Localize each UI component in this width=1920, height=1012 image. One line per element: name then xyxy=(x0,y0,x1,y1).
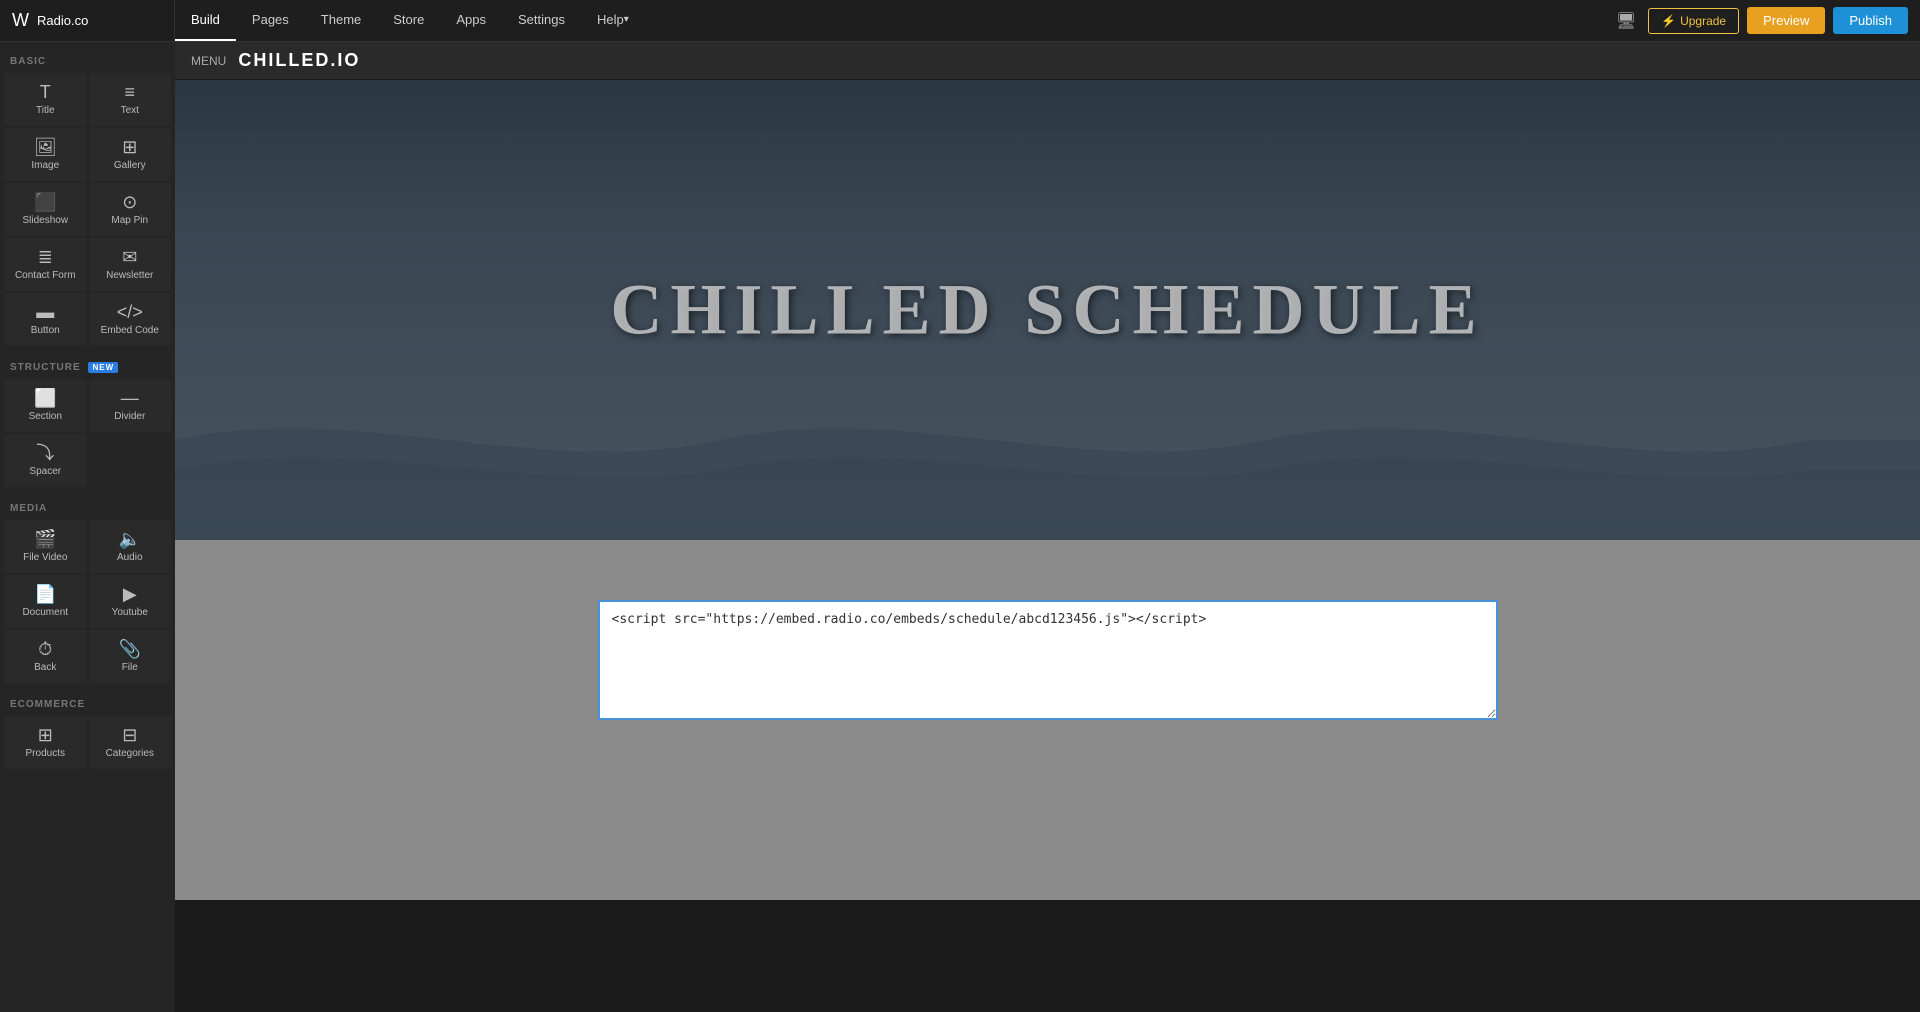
sidebar-item-spacer[interactable]: ⤵ Spacer xyxy=(4,434,87,487)
content-section: <script src="https://embed.radio.co/embe… xyxy=(175,540,1920,900)
nav-settings[interactable]: Settings xyxy=(502,0,581,41)
spacer-icon: ⤵ xyxy=(36,444,54,462)
site-name: Radio.co xyxy=(37,13,88,28)
hero-title: CHILLED SCHEDULE xyxy=(610,269,1484,352)
nav-help[interactable]: Help xyxy=(581,0,645,41)
sidebar-item-embed-code[interactable]: </> Embed Code xyxy=(89,293,172,346)
main-layout: BASIC T Title ≡ Text 🖼 Image ⊞ Gallery ⬛… xyxy=(0,42,1920,1012)
document-icon: 📄 xyxy=(34,585,56,603)
sidebar-item-text[interactable]: ≡ Text xyxy=(89,73,172,126)
back-icon: ⏱ xyxy=(38,640,52,658)
divider-icon: — xyxy=(121,389,139,407)
sidebar-item-youtube[interactable]: ▶ Youtube xyxy=(89,575,172,628)
basic-grid: T Title ≡ Text 🖼 Image ⊞ Gallery ⬛ Slide… xyxy=(0,71,175,348)
sidebar-item-button[interactable]: ▬ Button xyxy=(4,293,87,346)
device-preview-icon[interactable]: 🖥 xyxy=(1616,11,1636,31)
audio-icon: 🔈 xyxy=(119,530,141,548)
sidebar-item-categories[interactable]: ⊟ Categories xyxy=(89,716,172,769)
page-header-bar: MENU CHILLED.IO xyxy=(175,42,1920,80)
new-badge: NEW xyxy=(88,362,118,373)
sidebar-item-document[interactable]: 📄 Document xyxy=(4,575,87,628)
preview-button[interactable]: Preview xyxy=(1747,7,1825,34)
embed-code-textarea[interactable]: <script src="https://embed.radio.co/embe… xyxy=(598,600,1498,720)
button-icon: ▬ xyxy=(36,303,54,321)
nav-theme[interactable]: Theme xyxy=(305,0,377,41)
section-label-ecommerce: ECOMMERCE xyxy=(0,689,175,714)
text-icon: ≡ xyxy=(124,83,135,101)
section-icon: ⬜ xyxy=(34,389,56,407)
slideshow-icon: ⬛ xyxy=(34,193,56,211)
contact-form-icon: ≣ xyxy=(38,248,53,266)
gallery-icon: ⊞ xyxy=(122,138,137,156)
top-navigation: W Radio.co Build Pages Theme Store Apps … xyxy=(0,0,1920,42)
weebly-icon: W xyxy=(12,10,29,31)
site-logo-text: CHILLED.IO xyxy=(238,50,360,71)
nav-store[interactable]: Store xyxy=(377,0,440,41)
image-icon: 🖼 xyxy=(34,138,57,156)
sidebar-item-divider[interactable]: — Divider xyxy=(89,379,172,432)
wave-svg xyxy=(175,340,1920,540)
section-label-structure: STRUCTURE NEW xyxy=(0,352,175,377)
title-icon: T xyxy=(40,83,51,101)
sidebar: BASIC T Title ≡ Text 🖼 Image ⊞ Gallery ⬛… xyxy=(0,42,175,1012)
structure-grid: ⬜ Section — Divider ⤵ Spacer xyxy=(0,377,175,489)
categories-icon: ⊟ xyxy=(122,726,137,744)
top-nav-right: 🖥 Upgrade Preview Publish xyxy=(1616,7,1920,34)
file-icon: 📎 xyxy=(119,640,141,658)
section-label-media: MEDIA xyxy=(0,493,175,518)
embed-code-icon: </> xyxy=(117,303,143,321)
sidebar-item-gallery[interactable]: ⊞ Gallery xyxy=(89,128,172,181)
products-icon: ⊞ xyxy=(38,726,53,744)
sidebar-item-map[interactable]: ⊙ Map Pin xyxy=(89,183,172,236)
media-grid: 🎬 File Video 🔈 Audio 📄 Document ▶ Youtub… xyxy=(0,518,175,685)
logo-area: W Radio.co xyxy=(0,0,175,41)
embed-textarea-wrapper: <script src="https://embed.radio.co/embe… xyxy=(598,600,1498,725)
section-label-basic: BASIC xyxy=(0,46,175,71)
sidebar-item-title[interactable]: T Title xyxy=(4,73,87,126)
nav-pages[interactable]: Pages xyxy=(236,0,305,41)
sidebar-item-file[interactable]: 📎 File xyxy=(89,630,172,683)
sidebar-item-back[interactable]: ⏱ Back xyxy=(4,630,87,683)
sidebar-item-slideshow[interactable]: ⬛ Slideshow xyxy=(4,183,87,236)
hero-section: CHILLED SCHEDULE xyxy=(175,80,1920,540)
sidebar-item-contact-form[interactable]: ≣ Contact Form xyxy=(4,238,87,291)
nav-build[interactable]: Build xyxy=(175,0,236,41)
map-icon: ⊙ xyxy=(122,193,137,211)
sidebar-item-newsletter[interactable]: ✉ Newsletter xyxy=(89,238,172,291)
nav-apps[interactable]: Apps xyxy=(440,0,502,41)
upgrade-button[interactable]: Upgrade xyxy=(1648,8,1739,34)
publish-button[interactable]: Publish xyxy=(1833,7,1908,34)
ecommerce-grid: ⊞ Products ⊟ Categories xyxy=(0,714,175,771)
menu-label: MENU xyxy=(191,54,226,68)
newsletter-icon: ✉ xyxy=(122,248,137,266)
sidebar-item-section[interactable]: ⬜ Section xyxy=(4,379,87,432)
nav-items: Build Pages Theme Store Apps Settings He… xyxy=(175,0,645,41)
canvas: MENU CHILLED.IO CHILLED SCHEDULE <script… xyxy=(175,42,1920,1012)
sidebar-item-file-video[interactable]: 🎬 File Video xyxy=(4,520,87,573)
file-video-icon: 🎬 xyxy=(34,530,56,548)
sidebar-item-products[interactable]: ⊞ Products xyxy=(4,716,87,769)
sidebar-item-audio[interactable]: 🔈 Audio xyxy=(89,520,172,573)
youtube-icon: ▶ xyxy=(123,585,137,603)
sidebar-item-image[interactable]: 🖼 Image xyxy=(4,128,87,181)
